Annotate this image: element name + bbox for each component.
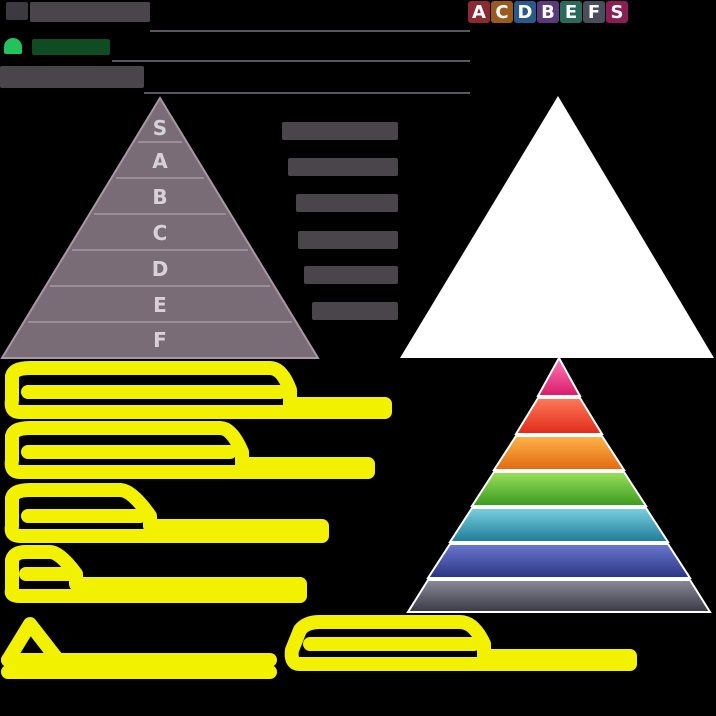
subtitle-bar <box>0 66 144 88</box>
tier-c-letter: C <box>152 221 168 245</box>
header-rule-1 <box>150 30 470 32</box>
badge-e: E <box>560 1 582 23</box>
tier-d-letter: D <box>151 257 169 281</box>
tier-badges: A C D B E F S <box>468 1 629 23</box>
tier-label-3 <box>296 194 398 212</box>
tier-e-letter: E <box>153 293 167 317</box>
shield-icon <box>4 38 22 54</box>
badge-b: B <box>537 1 559 23</box>
badge-c: C <box>491 1 513 23</box>
badge-s: S <box>606 1 628 23</box>
tier-label-2 <box>288 158 398 176</box>
header-rule-2 <box>112 60 470 62</box>
green-label-placeholder <box>32 39 110 55</box>
white-triangle <box>400 96 714 358</box>
tier-label-6 <box>312 302 398 320</box>
tier-s-letter: S <box>152 116 168 140</box>
brand-icon <box>6 2 28 20</box>
yellow-scribbles <box>1 361 637 679</box>
badge-d: D <box>514 1 536 23</box>
header-region: A C D B E F S <box>0 0 716 100</box>
tier-b-letter: B <box>152 185 168 209</box>
badge-f: F <box>583 1 605 23</box>
tier-label-5 <box>304 266 398 284</box>
brand-title-bar <box>30 2 150 22</box>
tier-label-1 <box>282 122 398 140</box>
tier-label-4 <box>298 231 398 249</box>
badge-a: A <box>468 1 490 23</box>
tier-f-letter: F <box>153 328 167 352</box>
tier-a-letter: A <box>152 149 168 173</box>
